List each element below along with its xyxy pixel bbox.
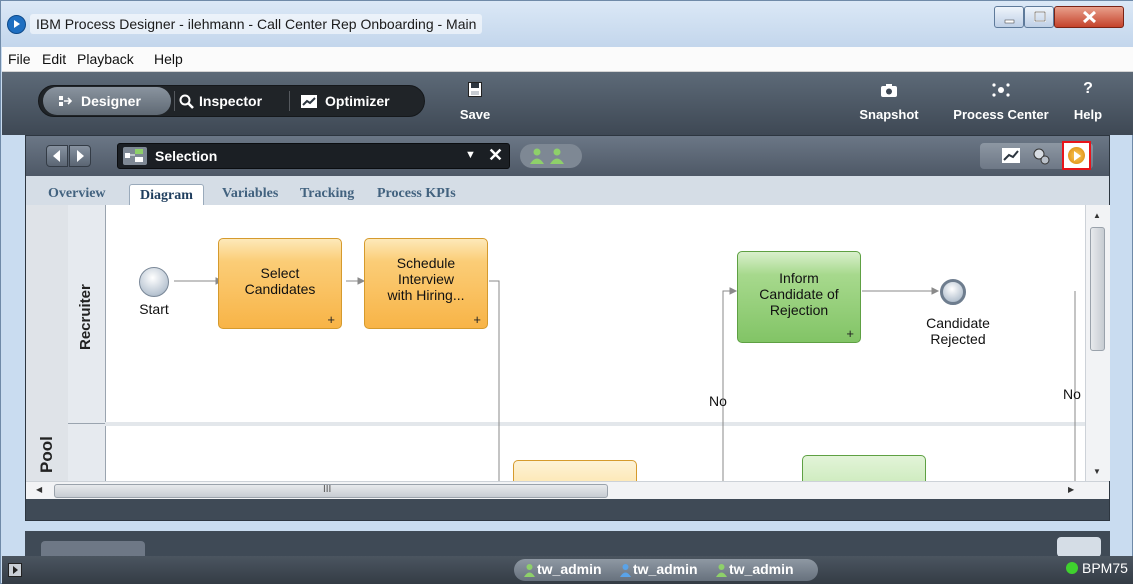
task-inform-candidate-of-rejection[interactable]: Inform Candidate of Rejection +: [737, 251, 861, 343]
flow-label-no: No: [709, 393, 727, 409]
process-editor: Selection ▼ ✕ Overview Diagram Variables…: [25, 135, 1110, 521]
play-icon: [1068, 147, 1085, 164]
active-users-indicator[interactable]: [520, 144, 582, 168]
menu-help[interactable]: Help: [154, 50, 183, 68]
minimize-button[interactable]: [994, 6, 1024, 28]
end-event[interactable]: [940, 279, 966, 305]
menu-file[interactable]: File: [8, 50, 31, 68]
optimizer-mode-button[interactable]: Optimizer: [301, 86, 419, 116]
expand-icon[interactable]: +: [473, 312, 481, 327]
palette-toggle[interactable]: [1057, 537, 1101, 557]
user-icon: [716, 563, 727, 577]
tab-diagram[interactable]: Diagram: [129, 184, 204, 207]
server-status-icon: [1066, 562, 1078, 574]
process-selector[interactable]: Selection ▼ ✕: [117, 143, 510, 169]
task-label: Schedule Interview with Hiring...: [387, 255, 465, 303]
vertical-scroll-thumb[interactable]: [1090, 227, 1105, 351]
forward-button[interactable]: [69, 145, 91, 167]
end-event-label: Candidate Rejected: [926, 315, 990, 347]
maximize-button[interactable]: [1024, 6, 1054, 28]
application-window: IBM Process Designer - ilehmann - Call C…: [0, 0, 1133, 584]
designer-mode-button[interactable]: Designer: [43, 87, 171, 115]
diagram-canvas[interactable]: Pool Recruiter Start Select Candidates +…: [26, 205, 1110, 520]
app-icon: [7, 15, 26, 34]
expand-panel-button[interactable]: [8, 563, 22, 577]
magnifier-icon: [179, 94, 194, 109]
lower-panel: [25, 531, 1110, 557]
close-window-button[interactable]: [1054, 6, 1124, 28]
task-schedule-interview[interactable]: Schedule Interview with Hiring... +: [364, 238, 488, 329]
scroll-down-icon[interactable]: ▼: [1093, 467, 1101, 476]
scroll-right-icon[interactable]: ▶: [1068, 485, 1074, 494]
lower-panel-tab[interactable]: [41, 541, 145, 557]
tab-tracking[interactable]: Tracking: [300, 183, 354, 205]
menu-bar: File Edit Playback Help: [2, 47, 1133, 72]
task-partial[interactable]: [802, 455, 926, 481]
save-button[interactable]: Save: [452, 82, 498, 122]
start-event[interactable]: [139, 267, 169, 297]
chart-icon: [301, 95, 317, 108]
grip-icon: III: [323, 484, 332, 495]
connected-users[interactable]: tw_admin tw_admin tw_admin: [514, 559, 818, 581]
maximize-icon: [1034, 11, 1046, 22]
main-toolbar: Designer Inspector Optimizer Save Snapsh…: [2, 72, 1133, 135]
server-name: BPM75: [1082, 560, 1128, 576]
horizontal-scrollbar[interactable]: ◀ III ▶: [26, 481, 1109, 500]
task-select-candidates[interactable]: Select Candidates +: [218, 238, 342, 329]
task-label: Select Candidates: [244, 265, 316, 297]
expand-icon[interactable]: +: [846, 326, 854, 341]
mode-divider: [289, 91, 290, 111]
scroll-up-icon[interactable]: ▲: [1093, 211, 1101, 220]
horizontal-scroll-thumb[interactable]: III: [54, 484, 608, 498]
back-button[interactable]: [46, 145, 68, 167]
menu-edit[interactable]: Edit: [42, 50, 66, 68]
designer-icon: [59, 96, 73, 106]
arrow-right-icon: [77, 150, 84, 162]
inspector-mode-button[interactable]: Inspector: [179, 86, 289, 116]
arrow-left-icon: [53, 150, 60, 162]
snapshot-button[interactable]: Snapshot: [853, 82, 925, 122]
user-name: tw_admin: [633, 561, 698, 577]
user-name: tw_admin: [537, 561, 602, 577]
process-icon: [123, 147, 147, 165]
start-event-label: Start: [139, 301, 169, 317]
canvas-footer: [26, 499, 1109, 520]
editor-tabs: Overview Diagram Variables Tracking Proc…: [26, 176, 1109, 207]
close-process-icon[interactable]: ✕: [488, 145, 503, 166]
process-name: Selection: [155, 148, 218, 164]
status-bar: tw_admin tw_admin tw_admin BPM75: [2, 556, 1133, 584]
scroll-left-icon[interactable]: ◀: [36, 485, 42, 494]
users-icon: [530, 148, 564, 164]
run-process-button[interactable]: [1062, 141, 1091, 170]
user-name: tw_admin: [729, 561, 794, 577]
mode-switcher: Designer Inspector Optimizer: [38, 85, 425, 117]
minimize-icon: [1004, 19, 1015, 24]
help-icon: ?: [1083, 80, 1093, 97]
task-partial[interactable]: [513, 460, 637, 481]
save-icon: [468, 82, 482, 97]
tab-variables[interactable]: Variables: [222, 183, 278, 205]
network-icon: [992, 83, 1010, 97]
play-small-icon: [13, 566, 18, 574]
user-icon: [524, 563, 535, 577]
expand-icon[interactable]: +: [327, 312, 335, 327]
window-title: IBM Process Designer - ilehmann - Call C…: [30, 14, 483, 34]
mode-divider: [174, 91, 175, 111]
camera-icon: [881, 84, 897, 97]
task-label: Inform Candidate of Rejection: [759, 270, 839, 318]
vertical-scrollbar[interactable]: ▲ ▼: [1085, 205, 1110, 481]
chart-icon[interactable]: [1002, 148, 1020, 163]
help-button[interactable]: ? Help: [1066, 80, 1110, 122]
tab-process-kpis[interactable]: Process KPIs: [377, 183, 456, 205]
flow-label-no: No: [1063, 386, 1081, 402]
editor-header: Selection ▼ ✕: [26, 136, 1109, 176]
process-center-button[interactable]: Process Center: [946, 82, 1056, 122]
menu-playback[interactable]: Playback: [77, 50, 134, 68]
tab-overview[interactable]: Overview: [48, 183, 106, 205]
dropdown-arrow-icon[interactable]: ▼: [465, 149, 476, 161]
debug-icon[interactable]: [1032, 147, 1050, 165]
user-icon: [620, 563, 631, 577]
title-bar: IBM Process Designer - ilehmann - Call C…: [1, 1, 1133, 47]
close-icon: [1082, 10, 1097, 24]
